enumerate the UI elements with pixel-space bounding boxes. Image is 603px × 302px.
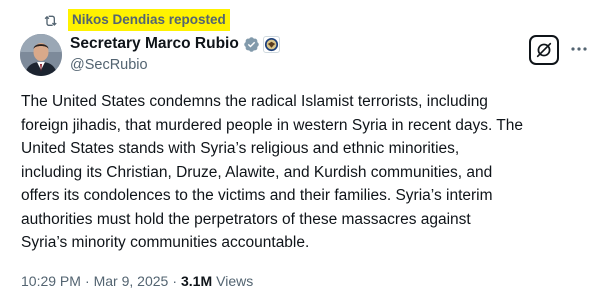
views-label: Views xyxy=(216,273,254,289)
tweet-date[interactable]: Mar 9, 2025 xyxy=(94,273,169,289)
author-name[interactable]: Secretary Marco Rubio xyxy=(70,35,239,53)
government-seal-icon[interactable] xyxy=(262,35,280,53)
more-options-button[interactable] xyxy=(567,38,591,60)
meta-separator: · xyxy=(172,273,177,289)
repost-label[interactable]: Nikos Dendias reposted xyxy=(68,9,230,31)
author-handle[interactable]: @SecRubio xyxy=(70,57,280,73)
tweet-meta: 10:29 PM · Mar 9, 2025 · 3.1M Views xyxy=(21,273,253,289)
tweet-text: The United States condemns the radical I… xyxy=(21,93,524,251)
views-count[interactable]: 3.1M xyxy=(181,273,212,289)
grok-icon xyxy=(535,41,553,59)
more-options-icon xyxy=(570,46,588,52)
avatar[interactable] xyxy=(20,34,62,76)
tweet-time[interactable]: 10:29 PM xyxy=(21,273,81,289)
verified-badge-icon[interactable] xyxy=(243,36,260,53)
author-block: Secretary Marco Rubio @SecRubio xyxy=(70,34,280,73)
meta-separator: · xyxy=(84,273,90,289)
repost-header: Nikos Dendias reposted xyxy=(44,9,230,31)
repost-icon xyxy=(44,12,60,28)
grok-button[interactable] xyxy=(529,35,559,65)
